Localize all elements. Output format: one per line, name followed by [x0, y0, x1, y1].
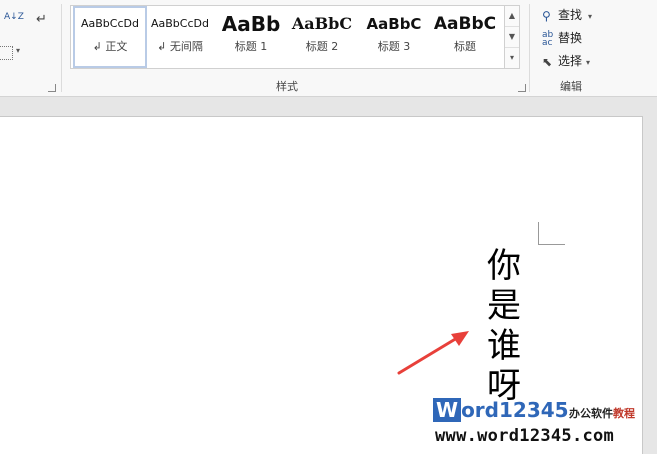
watermark-url: www.word12345.com — [435, 426, 615, 446]
find-label: 查找 — [558, 8, 583, 22]
styles-scroll: ▲ ▼ ▾ — [504, 5, 520, 69]
style-name: 标题 1 — [234, 40, 268, 53]
style-normal[interactable]: AaBbCcDd ↲ 正文 — [73, 6, 147, 68]
annotation-arrow-icon — [397, 331, 469, 375]
style-preview: AaBbC — [433, 14, 497, 34]
show-formatting-marks-button[interactable]: ↵ — [36, 12, 50, 28]
chevron-down-icon: ▾ — [588, 12, 593, 21]
paragraph-dialog-launcher[interactable] — [48, 84, 56, 92]
watermark-subtitle-emphasis: 教程 — [613, 407, 635, 420]
style-heading-1[interactable]: AaBb 标题 1 — [216, 8, 286, 64]
vertical-text-box[interactable]: 你 是 谁 呀 — [484, 246, 524, 406]
vertical-char: 是 — [487, 286, 521, 326]
vertical-char: 你 — [487, 246, 521, 286]
styles-dialog-launcher[interactable] — [518, 84, 526, 92]
style-no-spacing[interactable]: AaBbCcDd ↲ 无间隔 — [145, 8, 215, 64]
margin-corner-mark — [538, 222, 565, 245]
select-label: 选择 — [558, 54, 583, 68]
cursor-icon: ⬉ — [542, 54, 553, 69]
replace-icon: ab ac — [542, 29, 554, 48]
style-preview: AaBbC — [291, 14, 353, 33]
style-preview: AaBb — [221, 12, 281, 36]
style-title[interactable]: AaBbC 标题 — [430, 8, 500, 64]
watermark-subtitle: 办公软件教程 — [569, 405, 635, 421]
styles-group-label: 样式 — [276, 80, 298, 93]
sort-icon: A↓Z — [4, 12, 24, 22]
ribbon: A↓Z ↵ ▾ AaBbCcDd ↲ 正文 AaBbCcDd ↲ 无间隔 AaB… — [0, 0, 657, 97]
style-preview: AaBbCcDd — [81, 17, 139, 30]
divider — [61, 4, 62, 92]
style-heading-3[interactable]: AaBbC 标题 3 — [359, 8, 429, 64]
select-button[interactable]: ⬉ 选择 ▾ — [542, 52, 590, 70]
paragraph-mark-icon: ↵ — [36, 12, 47, 27]
borders-dropdown-icon[interactable]: ▾ — [16, 46, 20, 55]
styles-scroll-down-icon[interactable]: ▼ — [505, 27, 519, 48]
watermark-logo-w: W — [433, 398, 462, 422]
watermark: Word12345 办公软件教程 www.word12345.com — [433, 398, 657, 453]
style-name: 标题 — [454, 40, 476, 53]
style-preview: AaBbCcDd — [151, 17, 209, 30]
sort-button[interactable]: A↓Z — [4, 12, 24, 30]
replace-button[interactable]: ab ac 替换 — [542, 29, 582, 47]
style-preview: AaBbC — [366, 15, 422, 33]
search-icon: ⚲ — [542, 8, 551, 23]
style-heading-2[interactable]: AaBbC 标题 2 — [287, 8, 357, 64]
style-name: ↲ 正文 — [92, 40, 128, 53]
style-name: ↲ 无间隔 — [157, 40, 203, 53]
watermark-logo-rest: ord12345 — [461, 398, 569, 422]
borders-button[interactable] — [0, 46, 13, 60]
style-name: 标题 3 — [377, 40, 411, 53]
find-button[interactable]: ⚲ 查找 ▾ — [542, 6, 592, 24]
divider — [529, 4, 530, 92]
watermark-subtitle-main: 办公软件 — [569, 407, 613, 420]
watermark-logo: Word12345 — [433, 398, 569, 422]
vertical-char: 谁 — [487, 326, 521, 366]
styles-gallery: AaBbCcDd ↲ 正文 AaBbCcDd ↲ 无间隔 AaBb 标题 1 A… — [70, 5, 506, 69]
styles-more-icon[interactable]: ▾ — [505, 48, 519, 68]
styles-scroll-up-icon[interactable]: ▲ — [505, 6, 519, 27]
replace-label: 替换 — [558, 31, 583, 45]
style-name: 标题 2 — [305, 40, 339, 53]
chevron-down-icon: ▾ — [586, 58, 591, 67]
editing-group-label: 编辑 — [560, 80, 582, 93]
